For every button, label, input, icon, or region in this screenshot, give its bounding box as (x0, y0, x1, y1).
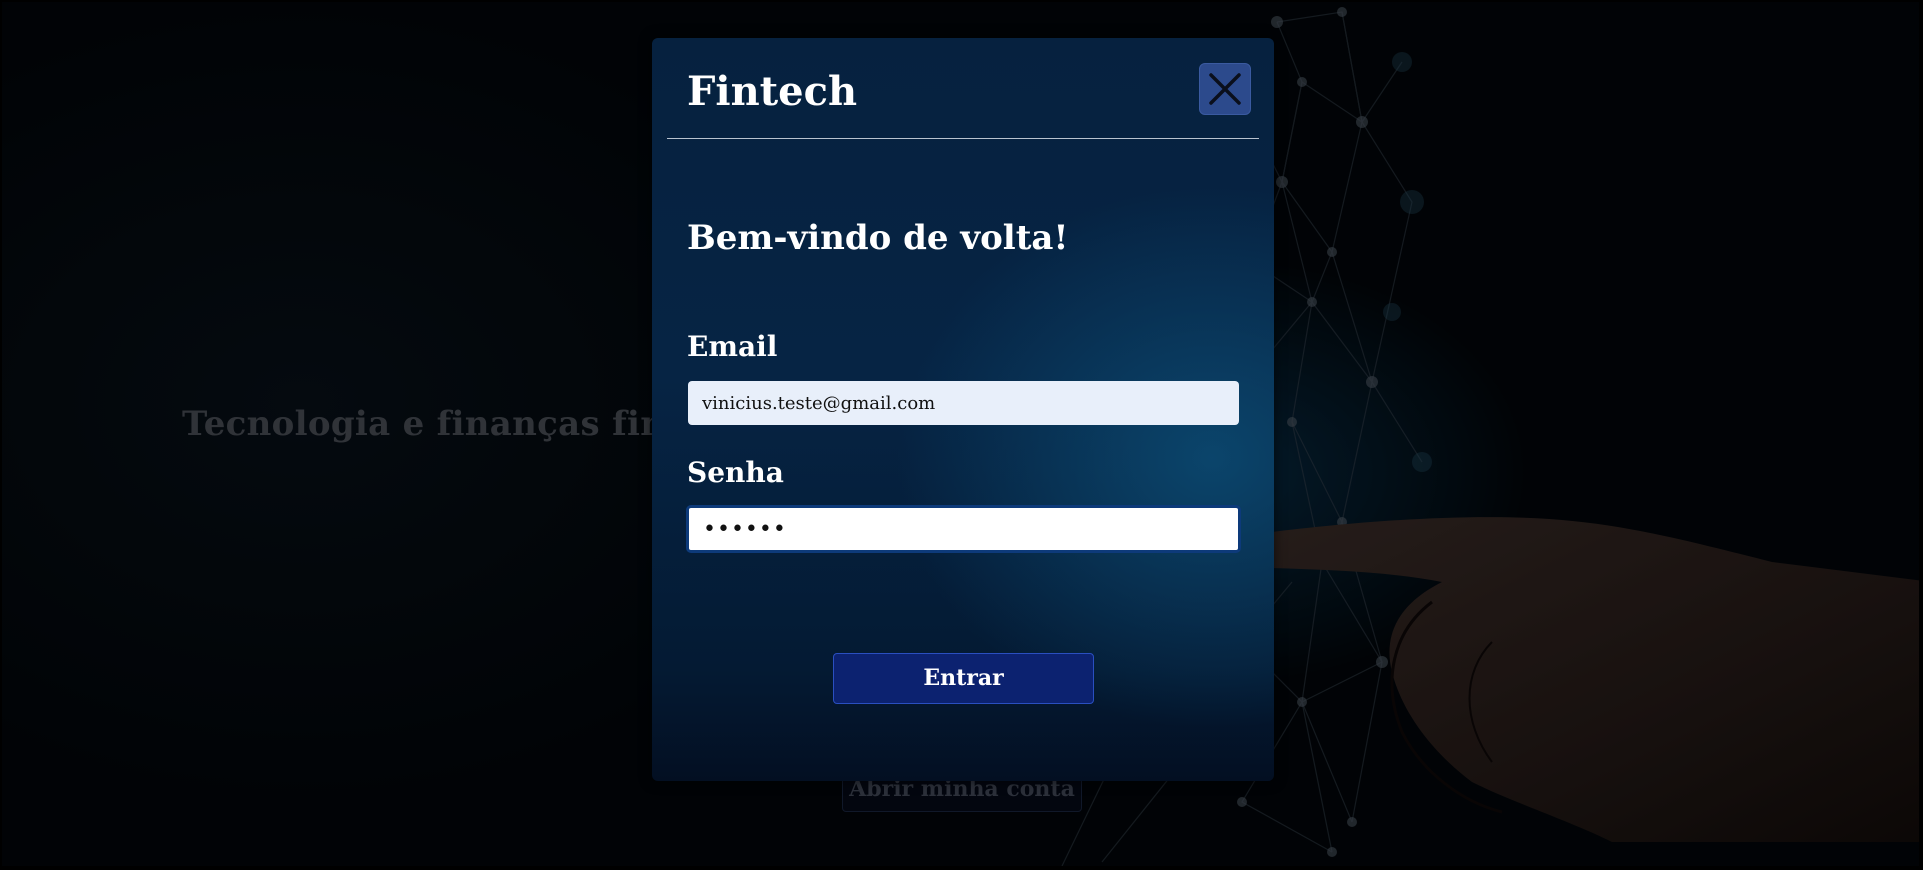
close-icon (1209, 73, 1241, 105)
modal-title: Fintech (687, 68, 858, 115)
email-label: Email (687, 330, 778, 363)
welcome-heading: Bem-vindo de volta! (687, 218, 1069, 258)
password-field[interactable] (686, 505, 1241, 553)
login-button[interactable]: Entrar (833, 653, 1094, 704)
close-button[interactable] (1199, 63, 1251, 115)
modal-divider (667, 138, 1259, 139)
email-field[interactable] (688, 381, 1239, 425)
page-background: Tecnologia e finanças finalm Abrir minha… (2, 2, 1919, 866)
login-modal: Fintech Bem-vindo de volta! Email Senha … (652, 38, 1274, 781)
password-label: Senha (687, 456, 784, 489)
